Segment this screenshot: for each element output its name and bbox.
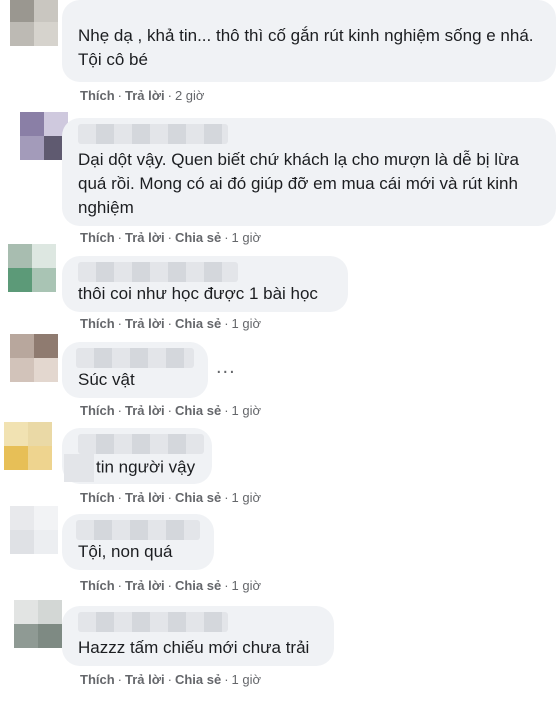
commenter-name[interactable] (76, 348, 194, 368)
reply-link[interactable]: Trả lời (125, 88, 165, 103)
like-link[interactable]: Thích (80, 88, 115, 103)
timestamp[interactable]: 1 giờ (232, 403, 262, 418)
commenter-name[interactable] (76, 520, 200, 540)
reply-link[interactable]: Trả lời (125, 578, 165, 593)
share-link[interactable]: Chia sẻ (175, 316, 221, 331)
avatar[interactable] (4, 422, 52, 470)
comment-actions: Thích · Trả lời · Chia sẻ · 1 giờ (80, 316, 262, 331)
like-link[interactable]: Thích (80, 672, 115, 687)
reply-link[interactable]: Trả lời (125, 672, 165, 687)
avatar[interactable] (10, 0, 58, 46)
timestamp[interactable]: 1 giờ (232, 316, 262, 331)
timestamp[interactable]: 1 giờ (232, 490, 262, 505)
comment-text: tin người vậy (64, 454, 198, 482)
avatar[interactable] (10, 506, 58, 554)
commenter-name[interactable] (78, 124, 228, 144)
comment-bubble: Nhẹ dạ , khả tin... thô thì cố gắn rút k… (62, 0, 556, 82)
comment-text: Nhẹ dạ , khả tin... thô thì cố gắn rút k… (78, 26, 534, 69)
comment-actions: Thích · Trả lời · 2 giờ (80, 88, 205, 103)
timestamp[interactable]: 1 giờ (232, 230, 262, 245)
comment-bubble: tin người vậy (62, 428, 212, 484)
reply-link[interactable]: Trả lời (125, 316, 165, 331)
like-link[interactable]: Thích (80, 316, 115, 331)
comment-text-body: tin người vậy (96, 457, 196, 477)
share-link[interactable]: Chia sẻ (175, 230, 221, 245)
comment-actions: Thích · Trả lời · Chia sẻ · 1 giờ (80, 403, 262, 418)
timestamp[interactable]: 1 giờ (232, 672, 262, 687)
comment-bubble: Dại dột vậy. Quen biết chứ khách lạ cho … (62, 118, 556, 226)
avatar[interactable] (10, 334, 58, 382)
reply-link[interactable]: Trả lời (125, 230, 165, 245)
comment-bubble: Tội, non quá (62, 514, 214, 570)
comment-text: Dại dột vậy. Quen biết chứ khách lạ cho … (78, 150, 519, 217)
comment-text: Hazzz tấm chiếu mới chưa trải (78, 638, 310, 657)
avatar[interactable] (8, 244, 56, 292)
comment-text: Súc vật (78, 370, 135, 389)
comment-actions: Thích · Trả lời · Chia sẻ · 1 giờ (80, 578, 262, 593)
share-link[interactable]: Chia sẻ (175, 578, 221, 593)
comment-bubble: thôi coi như học được 1 bài học (62, 256, 348, 312)
reply-link[interactable]: Trả lời (125, 403, 165, 418)
like-link[interactable]: Thích (80, 490, 115, 505)
comment-actions: Thích · Trả lời · Chia sẻ · 1 giờ (80, 490, 262, 505)
comment-bubble: Hazzz tấm chiếu mới chưa trải (62, 606, 334, 666)
comment-actions: Thích · Trả lời · Chia sẻ · 1 giờ (80, 672, 262, 687)
commenter-name[interactable] (78, 612, 228, 632)
share-link[interactable]: Chia sẻ (175, 672, 221, 687)
redacted-text (64, 454, 94, 482)
comment-text: Tội, non quá (78, 542, 173, 561)
comment-text: thôi coi như học được 1 bài học (78, 284, 318, 303)
like-link[interactable]: Thích (80, 230, 115, 245)
reply-link[interactable]: Trả lời (125, 490, 165, 505)
share-link[interactable]: Chia sẻ (175, 403, 221, 418)
commenter-name[interactable] (78, 262, 238, 282)
avatar[interactable] (20, 112, 68, 160)
like-link[interactable]: Thích (80, 403, 115, 418)
like-link[interactable]: Thích (80, 578, 115, 593)
more-options-icon[interactable]: ... (216, 356, 236, 379)
comment-actions: Thích · Trả lời · Chia sẻ · 1 giờ (80, 230, 262, 245)
timestamp[interactable]: 2 giờ (175, 88, 205, 103)
avatar[interactable] (14, 600, 62, 648)
commenter-name[interactable] (78, 434, 204, 454)
timestamp[interactable]: 1 giờ (232, 578, 262, 593)
comment-bubble: Súc vật (62, 342, 208, 398)
share-link[interactable]: Chia sẻ (175, 490, 221, 505)
